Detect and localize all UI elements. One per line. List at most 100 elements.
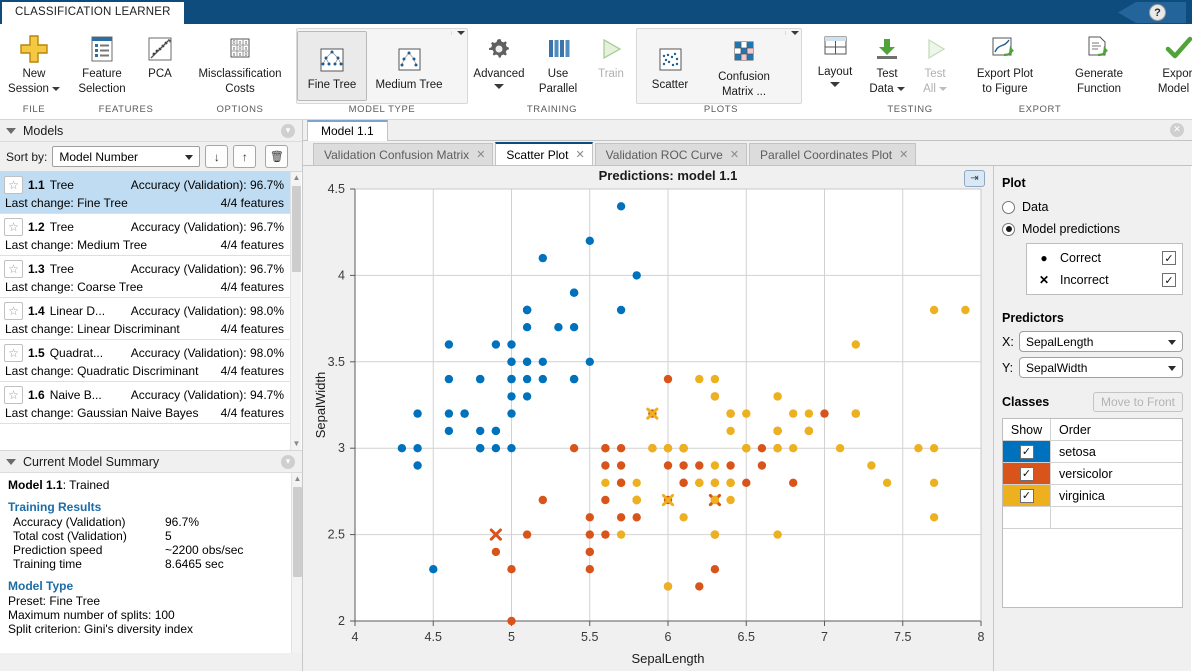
favorite-star-icon[interactable]: ☆	[4, 302, 23, 320]
fine-tree-button[interactable]: Fine Tree	[297, 31, 367, 101]
test-all-button[interactable]: Test All	[912, 30, 958, 96]
train-button[interactable]: Train	[586, 30, 636, 81]
model-type-line: Split criterion: Gini's diversity index	[8, 622, 294, 636]
help-question-icon[interactable]: ?	[1149, 4, 1166, 21]
x-predictor-select[interactable]: SepalLength	[1019, 331, 1183, 352]
model-list-item[interactable]: ☆1.3TreeAccuracy (Validation): 96.7%Last…	[0, 256, 290, 298]
favorite-star-icon[interactable]: ☆	[4, 386, 23, 404]
scroll-up-arrow-icon[interactable]: ▲	[292, 172, 301, 184]
model-list-item[interactable]: ☆1.6Naive B...Accuracy (Validation): 94.…	[0, 382, 290, 424]
advanced-button[interactable]: Advanced	[468, 30, 530, 89]
model-list-item[interactable]: ☆1.4Linear D...Accuracy (Validation): 98…	[0, 298, 290, 340]
close-tab-icon[interactable]: ✕	[476, 148, 485, 161]
favorite-star-icon[interactable]: ☆	[4, 176, 23, 194]
class-show-checkbox[interactable]: ✓	[1020, 445, 1034, 459]
class-show-checkbox[interactable]: ✓	[1020, 489, 1034, 503]
class-table-row[interactable]: ✓virginica	[1003, 485, 1182, 507]
sort-descending-button[interactable]: ↓	[205, 145, 228, 168]
model-list-item[interactable]: ☆1.1TreeAccuracy (Validation): 96.7%Last…	[0, 172, 290, 214]
scrollbar-thumb[interactable]	[293, 487, 302, 577]
class-table-row[interactable]: ✓versicolor	[1003, 463, 1182, 485]
export-plot-to-figure-button[interactable]: Export Plot to Figure	[958, 30, 1052, 96]
chevron-down-icon[interactable]	[494, 84, 504, 89]
pca-button[interactable]: PCA	[136, 30, 184, 81]
scatter-point	[617, 444, 625, 452]
document-tab-model[interactable]: Model 1.1	[307, 120, 388, 141]
favorite-star-icon[interactable]: ☆	[4, 218, 23, 236]
medium-tree-button[interactable]: Medium Tree	[367, 31, 451, 101]
models-list-scrollbar[interactable]: ▲ ▼	[290, 172, 301, 450]
scatter-button[interactable]: Scatter	[637, 31, 703, 101]
plot-tab[interactable]: Validation Confusion Matrix✕	[313, 143, 493, 165]
empty-order-cell	[1051, 507, 1182, 528]
plot-tab[interactable]: Scatter Plot✕	[495, 142, 592, 165]
export-model-button[interactable]: Export Model	[1146, 30, 1192, 96]
model-list-item[interactable]: ☆1.5Quadrat...Accuracy (Validation): 98.…	[0, 340, 290, 382]
scatter-point	[695, 582, 703, 590]
use-parallel-button[interactable]: Use Parallel	[530, 30, 586, 96]
prediction-row-incorrect[interactable]: ✕ Incorrect ✓	[1033, 269, 1176, 291]
incorrect-checkbox[interactable]: ✓	[1162, 273, 1176, 287]
y-predictor-select[interactable]: SepalWidth	[1019, 357, 1183, 378]
collapse-triangle-icon[interactable]	[6, 128, 16, 134]
model-type: Tree	[50, 220, 74, 234]
scroll-up-arrow-icon[interactable]: ▲	[293, 473, 302, 485]
correct-checkbox[interactable]: ✓	[1162, 251, 1176, 265]
chevron-down-icon[interactable]	[897, 87, 905, 91]
model-number: 1.2	[28, 220, 45, 234]
models-panel-menu-icon[interactable]: ▾	[281, 124, 295, 138]
radio-model-predictions[interactable]: Model predictions	[1002, 218, 1183, 240]
plot-tab[interactable]: Validation ROC Curve✕	[595, 143, 747, 165]
summary-panel-menu-icon[interactable]: ▾	[281, 455, 295, 469]
favorite-star-icon[interactable]: ☆	[4, 344, 23, 362]
feature-selection-button[interactable]: Feature Selection	[68, 30, 136, 96]
scatter-point	[570, 444, 578, 452]
close-document-icon[interactable]: ✕	[1170, 123, 1184, 137]
prediction-row-correct[interactable]: ● Correct ✓	[1033, 247, 1176, 269]
favorite-star-icon[interactable]: ☆	[4, 260, 23, 278]
chevron-down-icon[interactable]	[830, 82, 840, 87]
model-list-item[interactable]: ☆1.2TreeAccuracy (Validation): 96.7%Last…	[0, 214, 290, 256]
close-tab-icon[interactable]: ✕	[899, 148, 908, 161]
class-show-checkbox[interactable]: ✓	[1020, 467, 1034, 481]
chevron-down-icon[interactable]	[939, 87, 947, 91]
sort-by-select[interactable]: Model Number	[52, 146, 200, 167]
confusion-matrix-button[interactable]: Confusion Matrix ...	[703, 31, 785, 101]
new-session-button[interactable]: New Session	[0, 30, 68, 96]
class-show-cell[interactable]: ✓	[1003, 485, 1051, 506]
ribbon-group-label-features: FEATURES	[68, 104, 184, 120]
scatter-point	[789, 479, 797, 487]
move-to-front-button[interactable]: Move to Front	[1093, 392, 1183, 412]
scatter-plot[interactable]: Predictions: model 1.144.555.566.577.582…	[303, 166, 993, 671]
x-label: X:	[1002, 335, 1019, 349]
plots-gallery-expand[interactable]	[785, 31, 801, 35]
current-model-summary-header: Current Model Summary ▾	[0, 451, 302, 473]
close-tab-icon[interactable]: ✕	[730, 148, 739, 161]
radio-model-predictions-control[interactable]	[1002, 223, 1015, 236]
plot-tab[interactable]: Parallel Coordinates Plot✕	[749, 143, 916, 165]
expand-panel-icon[interactable]: ⇥	[964, 170, 985, 187]
scroll-down-arrow-icon[interactable]: ▼	[292, 438, 301, 450]
model-type: Tree	[50, 178, 74, 192]
close-tab-icon[interactable]: ✕	[575, 148, 584, 161]
delete-model-button[interactable]: 🗑	[265, 145, 288, 168]
radio-data-control[interactable]	[1002, 201, 1015, 214]
summary-scrollbar[interactable]: ▲	[291, 473, 302, 653]
class-show-cell[interactable]: ✓	[1003, 441, 1051, 462]
app-tab-classification-learner[interactable]: CLASSIFICATION LEARNER	[2, 2, 184, 24]
model-accuracy: Accuracy (Validation): 94.7%	[131, 388, 284, 402]
chevron-down-icon[interactable]	[52, 87, 60, 91]
sort-ascending-button[interactable]: ↑	[233, 145, 256, 168]
summary-metric-key: Total cost (Validation)	[13, 529, 165, 543]
collapse-triangle-icon[interactable]	[6, 459, 16, 465]
misclassification-costs-button[interactable]: 0 x x x 0 x x x 0 Misclassification Cost…	[184, 30, 296, 96]
scatter-point	[413, 444, 421, 452]
layout-button[interactable]: Layout	[808, 28, 862, 87]
scrollbar-thumb[interactable]	[292, 186, 301, 272]
model-type-gallery-expand[interactable]	[451, 31, 467, 35]
radio-data[interactable]: Data	[1002, 196, 1183, 218]
class-show-cell[interactable]: ✓	[1003, 463, 1051, 484]
class-table-row[interactable]: ✓setosa	[1003, 441, 1182, 463]
generate-function-button[interactable]: Generate Function	[1052, 30, 1146, 96]
test-data-button[interactable]: Test Data	[862, 30, 912, 96]
